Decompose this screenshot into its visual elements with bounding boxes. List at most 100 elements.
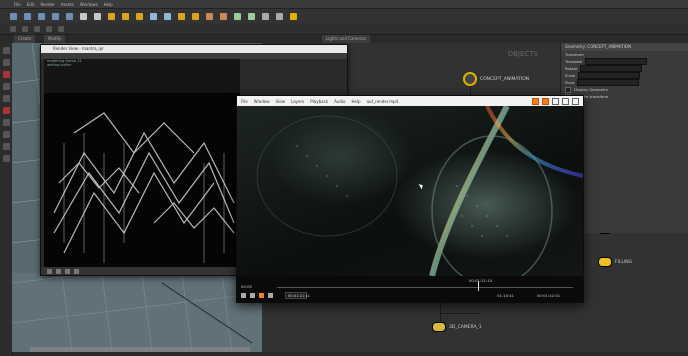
snap-tool-icon[interactable]: [2, 119, 10, 126]
timecode-end: 00:01:42:01: [537, 293, 561, 298]
menu-windows[interactable]: Windows: [80, 2, 98, 7]
wire-tool-icon[interactable]: [262, 12, 269, 20]
grid-tool-icon[interactable]: [66, 12, 73, 20]
view-tool-icon[interactable]: [2, 95, 10, 102]
param-label[interactable]: Transform: [565, 52, 584, 57]
play-icon[interactable]: [259, 293, 264, 298]
menu-assets[interactable]: Assets: [61, 2, 74, 7]
minimize-icon[interactable]: [552, 97, 559, 105]
snapshot-icon[interactable]: [65, 268, 70, 274]
rotate-field[interactable]: [580, 65, 643, 72]
env-light-icon[interactable]: [178, 12, 185, 20]
display-tool-icon[interactable]: [2, 143, 10, 150]
vmenu-audio[interactable]: Audio: [334, 99, 345, 104]
transport-buttons: [241, 293, 273, 298]
tab-create[interactable]: Create: [14, 35, 36, 43]
menu-help[interactable]: Help: [104, 2, 113, 7]
particle-tool-icon[interactable]: [206, 12, 213, 20]
vmenu-filename: out_render.mp4: [366, 98, 399, 104]
timecode-left: 00:00: [241, 284, 252, 289]
display-geometry-checkbox[interactable]: [565, 86, 571, 93]
draw-curve-icon[interactable]: [94, 12, 101, 20]
tube-tool-icon[interactable]: [38, 12, 45, 20]
video-player-window[interactable]: File Window View Layers Playback Audio H…: [236, 95, 584, 303]
snapshot-icon[interactable]: [542, 97, 549, 105]
move-icon[interactable]: [22, 25, 28, 32]
param-label: Rotate: [565, 66, 578, 71]
menu-edit[interactable]: Edit: [27, 2, 35, 7]
grid-snap-icon[interactable]: [2, 131, 10, 138]
spotlight-tool-icon[interactable]: [122, 12, 129, 20]
pose-tool-icon[interactable]: [2, 83, 10, 90]
rotate-icon[interactable]: [34, 25, 40, 32]
node-filling[interactable]: FILLING: [598, 257, 632, 267]
param-label: Translate: [565, 59, 583, 64]
tab-modify[interactable]: Modify: [44, 35, 66, 43]
rbd-tool-icon[interactable]: [234, 12, 241, 20]
param-row: Transform: [561, 51, 688, 58]
param-label: Pivot: [565, 80, 575, 85]
shading-tool-icon[interactable]: [2, 155, 10, 162]
select-tool-icon[interactable]: [2, 47, 10, 54]
sky-light-icon[interactable]: [192, 12, 199, 20]
light-tool-icon[interactable]: [108, 12, 115, 20]
transform-tool-icon[interactable]: [2, 59, 10, 66]
box-tool-icon[interactable]: [10, 12, 17, 20]
param-row: Pivot: [561, 79, 688, 86]
crop-icon[interactable]: [532, 97, 539, 105]
frame-field[interactable]: 00:01:21:11: [285, 292, 310, 299]
menu-file[interactable]: File: [14, 2, 21, 7]
shelf-toolbar: [0, 9, 688, 23]
menu-render[interactable]: Render: [40, 2, 54, 7]
param-label: Display Geometry: [574, 87, 609, 92]
sphere-tool-icon[interactable]: [24, 12, 31, 20]
pivot-field[interactable]: [577, 79, 640, 86]
channel-icon[interactable]: [56, 268, 61, 274]
fluid-tool-icon[interactable]: [220, 12, 227, 20]
camera-node-icon: [432, 322, 446, 332]
params-header: Geometry: CONCEPT_ANIMATION: [561, 43, 688, 51]
torus-tool-icon[interactable]: [52, 12, 59, 20]
zoom-icon[interactable]: [47, 268, 52, 274]
node-wire: [440, 313, 480, 314]
area-light-icon[interactable]: [136, 12, 143, 20]
render-log: rendering frame 21 writing buffer: [44, 59, 240, 93]
vmenu-playback[interactable]: Playback: [310, 99, 328, 104]
vmenu-window[interactable]: Window: [254, 99, 270, 104]
select-icon[interactable]: [10, 25, 16, 32]
vmenu-help[interactable]: Help: [351, 99, 360, 104]
step-back-icon[interactable]: [250, 293, 255, 298]
render-canvas[interactable]: [44, 93, 240, 269]
node-concept-animation[interactable]: CONCEPT_ANIMATION: [463, 72, 529, 86]
snap-icon[interactable]: [58, 25, 64, 32]
scale-icon[interactable]: [46, 25, 52, 32]
viewport-scrollbar[interactable]: [30, 347, 250, 352]
tab-lights-cameras[interactable]: Lights and Cameras: [322, 35, 370, 43]
prev-frame-icon[interactable]: [241, 293, 246, 298]
compare-icon[interactable]: [74, 268, 79, 274]
render-tool-icon[interactable]: [290, 12, 297, 20]
node-3d-camera[interactable]: 3D_CAMERA_1: [432, 322, 482, 332]
timeline-track[interactable]: [277, 287, 573, 288]
scale-field[interactable]: [578, 72, 641, 79]
vmenu-file[interactable]: File: [241, 99, 248, 104]
vmenu-layers[interactable]: Layers: [291, 99, 304, 104]
vr-camera-icon[interactable]: [164, 12, 171, 20]
crowd-tool-icon[interactable]: [276, 12, 283, 20]
camera-tool-icon[interactable]: [150, 12, 157, 20]
stop-icon[interactable]: [268, 293, 273, 298]
video-frame[interactable]: [237, 106, 583, 276]
vmenu-view[interactable]: View: [275, 99, 285, 104]
log-line: writing buffer: [47, 63, 72, 67]
handle-tool-icon[interactable]: [2, 71, 10, 78]
param-row: Rotate: [561, 65, 688, 72]
window-title[interactable]: Render View - mantra_ipr: [41, 45, 347, 53]
translate-field[interactable]: [585, 58, 648, 65]
cloth-tool-icon[interactable]: [248, 12, 255, 20]
light-node-icon: [598, 257, 612, 267]
record-tool-icon[interactable]: [2, 107, 10, 114]
playback-controls: 00:00 00:01:21:15 00:01:21:11 01:15:41 0…: [237, 276, 583, 302]
maximize-icon[interactable]: [562, 97, 569, 105]
close-icon[interactable]: [572, 97, 579, 105]
curve-tool-icon[interactable]: [80, 12, 87, 20]
